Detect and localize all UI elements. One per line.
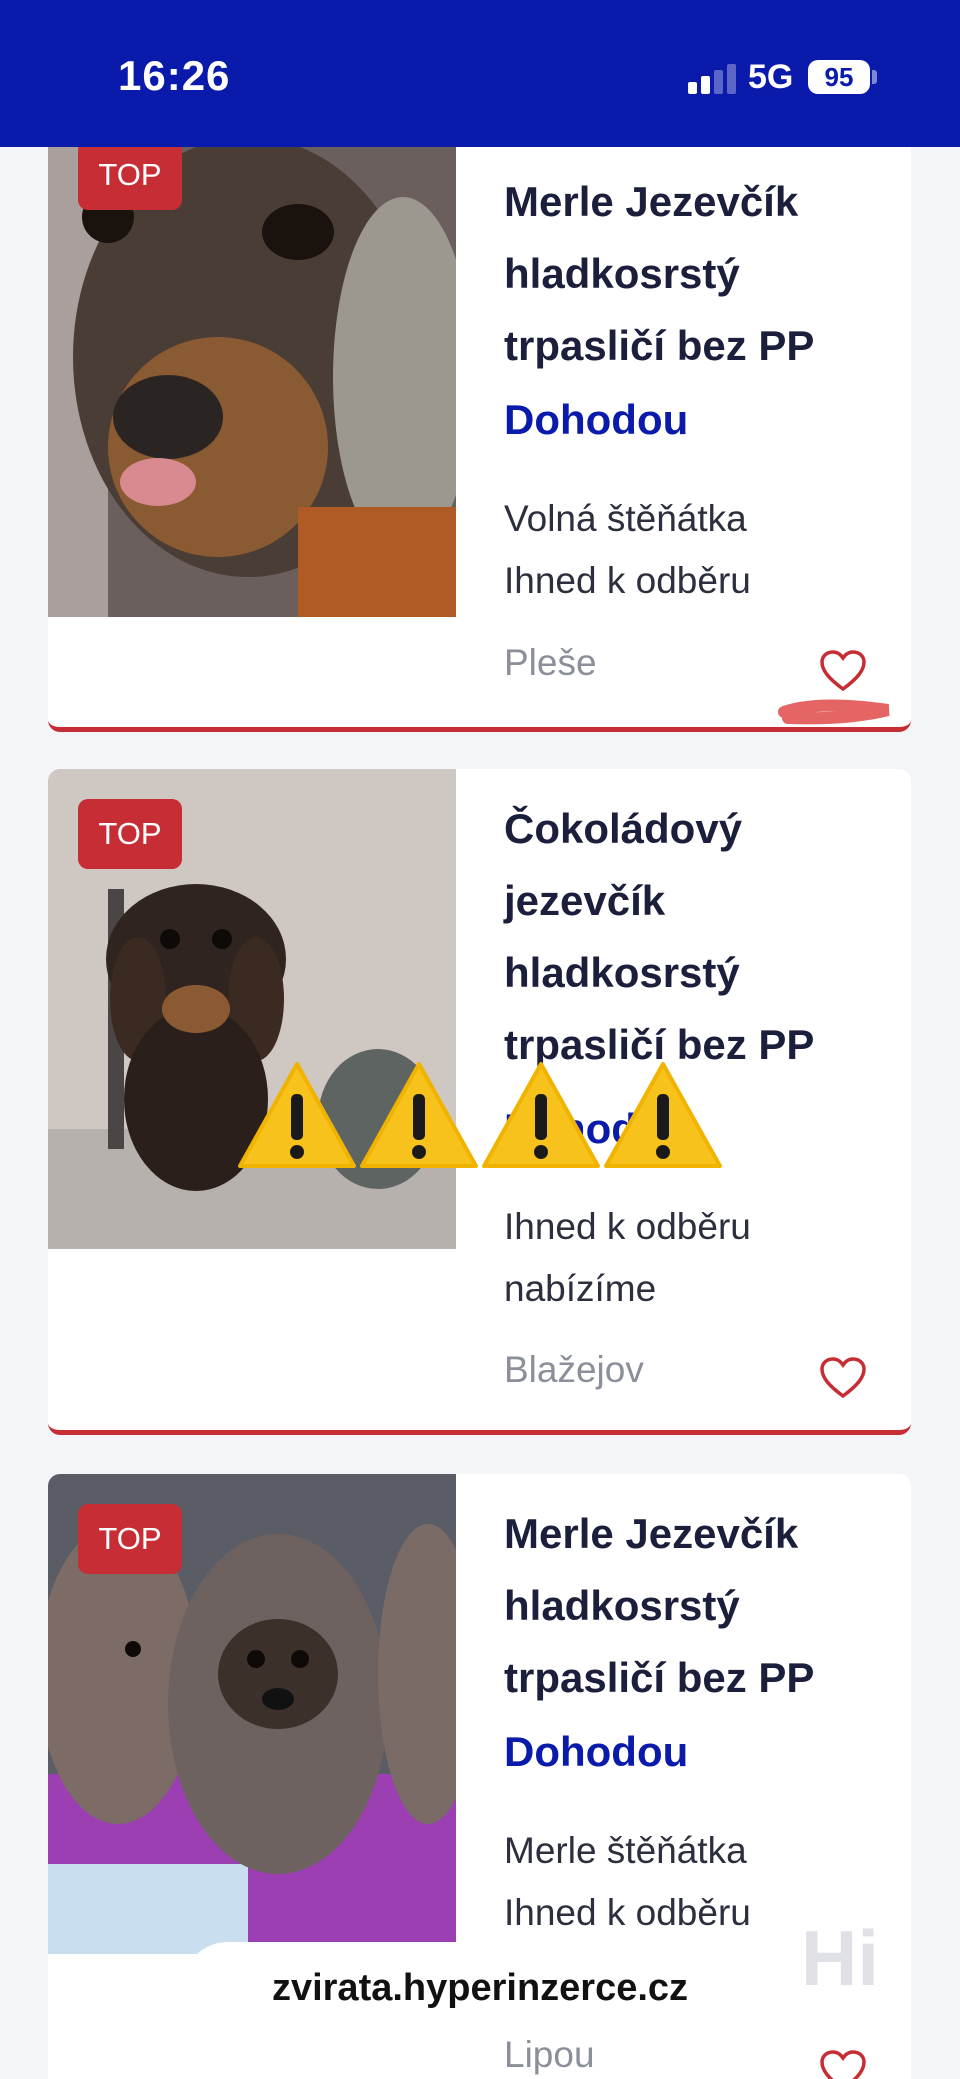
listing-photo[interactable]: TOP: [48, 147, 456, 617]
listing-location: Lipou: [504, 2034, 595, 2075]
title-line: jezevčík: [504, 877, 666, 924]
listing-title[interactable]: Čokoládový jezevčík hladkosrstý trpaslič…: [504, 793, 874, 1081]
top-badge: TOP: [78, 799, 182, 869]
warning-sign-icon: [480, 1058, 602, 1172]
network-type: 5G: [748, 58, 794, 96]
description-line: nabízíme: [504, 1268, 657, 1309]
warning-sign-icon: [358, 1058, 480, 1172]
warning-sign-icon: [236, 1058, 358, 1172]
listing-photo[interactable]: TOP: [48, 769, 456, 1249]
heart-outline-icon[interactable]: [820, 1357, 866, 1399]
cellular-signal-icon: [688, 62, 736, 94]
status-bar: 16:26 5G 95: [0, 0, 960, 147]
listing-price: Dohodou: [504, 396, 689, 443]
battery-icon: 95: [808, 60, 870, 94]
title-line: trpasličí bez PP: [504, 1654, 815, 1701]
listing-description: Volná štěňátka Ihned k odběru: [504, 488, 751, 612]
website-watermark: zvirata.hyperinzerce.cz: [182, 1942, 778, 2034]
listing-title[interactable]: Merle Jezevčík hladkosrstý trpasličí bez…: [504, 1498, 874, 1714]
red-marker-scribble: [778, 692, 894, 726]
title-line: hladkosrstý: [504, 1582, 740, 1629]
description-line: Ihned k odběru: [504, 1206, 751, 1247]
listing-location: Pleše: [504, 642, 597, 683]
listing-description: Ihned k odběru nabízíme: [504, 1196, 751, 1320]
listing-card[interactable]: TOP Merle Jezevčík hladkosrstý trpasličí…: [48, 90, 911, 732]
description-line: Volná štěňátka: [504, 498, 747, 539]
hi-logo: Hi: [774, 1892, 906, 2024]
heart-outline-icon[interactable]: [820, 2050, 866, 2079]
top-badge: TOP: [78, 1504, 182, 1574]
warning-sign-icon: [602, 1058, 724, 1172]
warning-overlay: [236, 1058, 726, 1172]
title-line: Merle Jezevčík: [504, 1510, 799, 1557]
title-line: hladkosrstý: [504, 250, 740, 297]
puppy-photo-merle: [48, 147, 456, 617]
clock: 16:26: [118, 52, 231, 99]
listing-location: Blažejov: [504, 1349, 644, 1390]
description-line: Merle štěňátka: [504, 1830, 747, 1871]
title-line: Čokoládový: [504, 805, 743, 852]
listing-title[interactable]: Merle Jezevčík hladkosrstý trpasličí bez…: [504, 166, 874, 382]
top-badge: TOP: [78, 147, 182, 210]
title-line: Merle Jezevčík: [504, 178, 799, 225]
description-line: Ihned k odběru: [504, 1892, 751, 1933]
listing-photo[interactable]: TOP: [48, 1474, 456, 1954]
listing-price: Dohodou: [504, 1728, 689, 1775]
title-line: trpasličí bez PP: [504, 322, 815, 369]
title-line: hladkosrstý: [504, 949, 740, 996]
listing-description: Merle štěňátka Ihned k odběru: [504, 1820, 751, 1944]
heart-outline-icon[interactable]: [820, 650, 866, 692]
battery-tip: [872, 70, 877, 84]
description-line: Ihned k odběru: [504, 560, 751, 601]
